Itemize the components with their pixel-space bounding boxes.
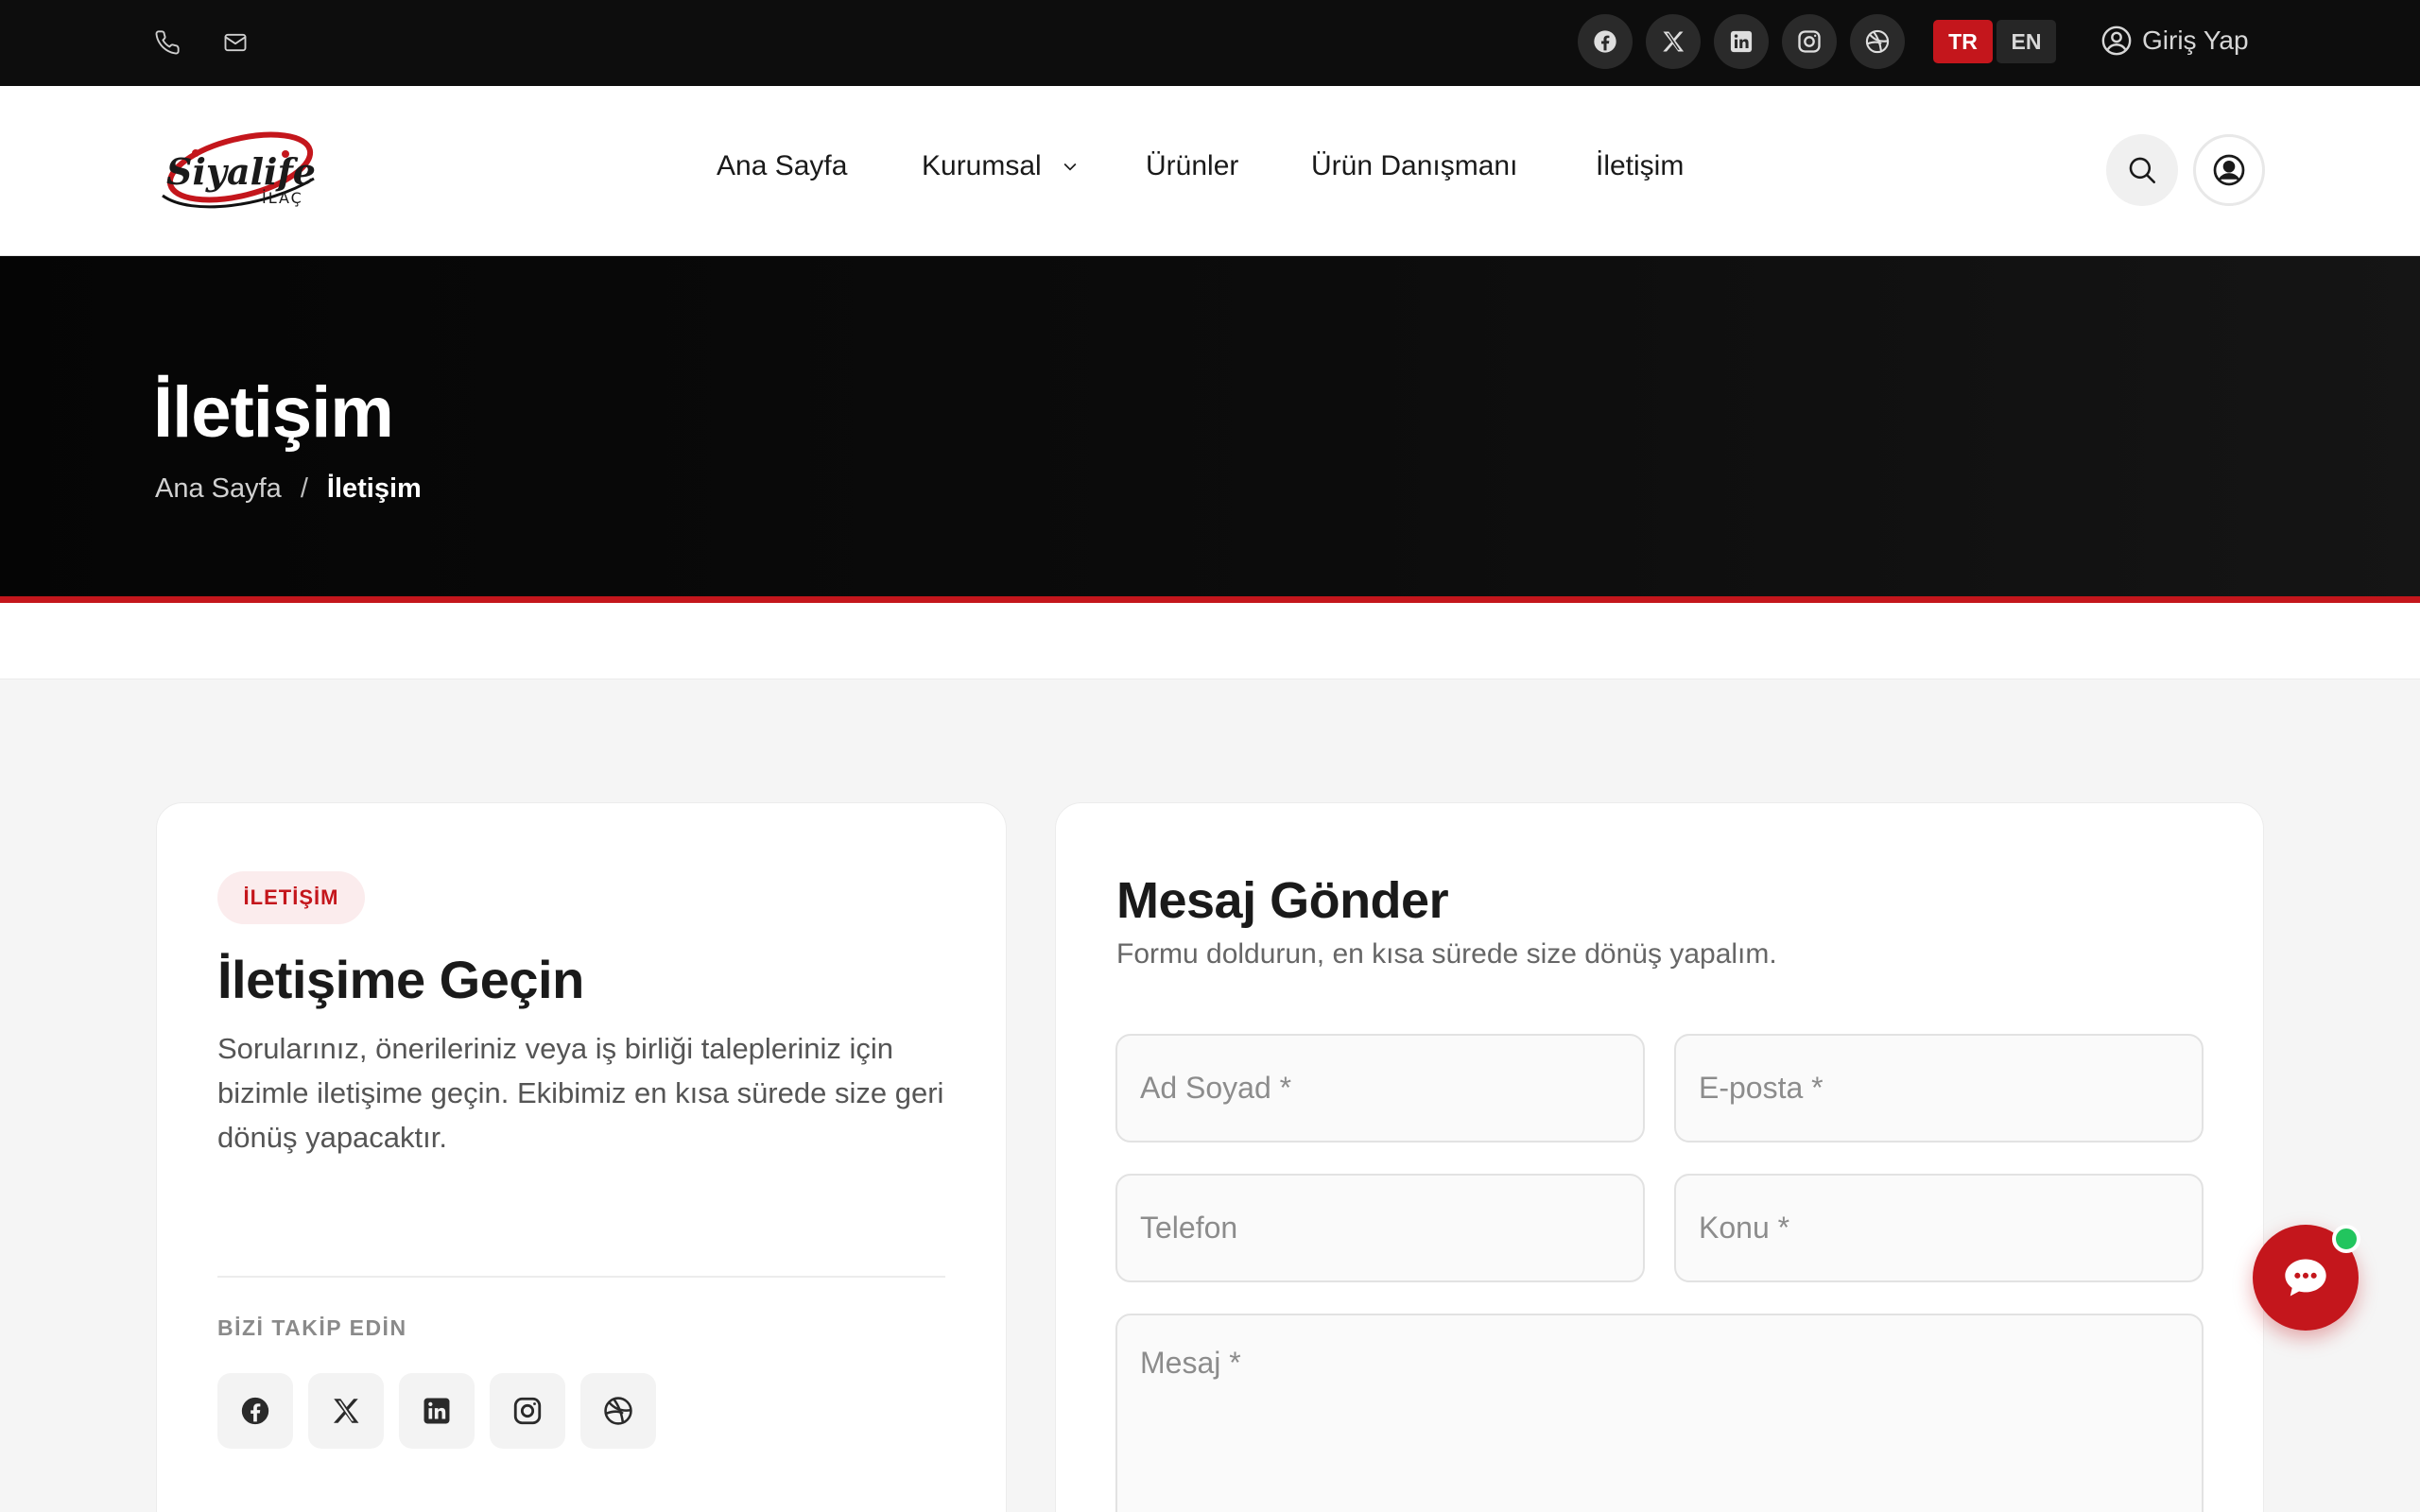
x-icon[interactable] — [1646, 14, 1701, 69]
breadcrumb-separator: / — [300, 473, 308, 504]
follow-us-label: BİZİ TAKİP EDİN — [217, 1315, 407, 1340]
page-hero: İletişim Ana Sayfa / İletişim — [0, 256, 2420, 596]
search-icon — [2126, 154, 2158, 186]
hero-accent-stripe — [0, 596, 2420, 603]
nav-item-ana-sayfa[interactable]: Ana Sayfa — [717, 143, 847, 190]
linkedin-icon[interactable] — [1714, 14, 1769, 69]
top-bar: TR EN Giriş Yap — [0, 0, 2420, 86]
email-field[interactable] — [1674, 1034, 2204, 1143]
site-logo[interactable]: Siyalife İLAÇ — [153, 122, 323, 216]
chat-button[interactable] — [2253, 1225, 2360, 1331]
breadcrumb: Ana Sayfa / İletişim — [155, 473, 422, 505]
online-status-dot — [2332, 1225, 2360, 1253]
form-subtitle: Formu doldurun, en kısa sürede size dönü… — [1116, 938, 1777, 970]
chat-bubble-icon — [2281, 1253, 2330, 1302]
form-title: Mesaj Gönder — [1116, 872, 1449, 929]
phone-icon[interactable] — [149, 25, 185, 60]
contact-form-card: Mesaj Gönder Formu doldurun, en kısa sür… — [1055, 802, 2264, 1512]
facebook-icon[interactable] — [217, 1373, 293, 1449]
section-badge: İLETİŞİM — [217, 871, 365, 924]
x-icon[interactable] — [308, 1373, 384, 1449]
message-field[interactable] — [1115, 1314, 2204, 1512]
facebook-icon[interactable] — [1578, 14, 1633, 69]
breadcrumb-current: İletişim — [326, 473, 422, 504]
language-en-button[interactable]: EN — [1996, 20, 2056, 63]
chevron-down-icon — [1061, 157, 1080, 176]
user-circle-icon — [2100, 25, 2133, 57]
language-tr-button[interactable]: TR — [1933, 20, 1993, 63]
contact-card-title: İletişime Geçin — [217, 950, 584, 1009]
search-button[interactable] — [2106, 134, 2178, 206]
phone-field[interactable] — [1115, 1174, 1645, 1282]
nav-item-urunler[interactable]: Ürünler — [1146, 143, 1238, 190]
login-label: Giriş Yap — [2142, 26, 2249, 55]
linkedin-icon[interactable] — [399, 1373, 475, 1449]
instagram-icon[interactable] — [490, 1373, 565, 1449]
subject-field[interactable] — [1674, 1174, 2204, 1282]
name-field[interactable] — [1115, 1034, 1645, 1143]
nav-item-urun-danismani[interactable]: Ürün Danışmanı — [1311, 143, 1517, 190]
section-spacer — [0, 603, 2420, 679]
svg-text:İLAÇ: İLAÇ — [262, 189, 303, 207]
contact-card-description: Sorularınız, önerileriniz veya iş birliğ… — [217, 1032, 944, 1154]
account-button[interactable] — [2193, 134, 2265, 206]
divider — [217, 1276, 945, 1278]
main-header: Siyalife İLAÇ Ana Sayfa Kurumsal Ürünler… — [0, 86, 2420, 256]
nav-item-iletisim[interactable]: İletişim — [1596, 143, 1684, 190]
breadcrumb-home-link[interactable]: Ana Sayfa — [155, 473, 282, 505]
mail-icon[interactable] — [217, 25, 253, 60]
dribbble-icon[interactable] — [580, 1373, 656, 1449]
svg-text:Siyalife: Siyalife — [166, 150, 316, 193]
contact-info-card: İLETİŞİM İletişime Geçin Sorularınız, ön… — [156, 802, 1007, 1512]
page-title: İletişim — [153, 372, 394, 453]
instagram-icon[interactable] — [1782, 14, 1837, 69]
nav-item-kurumsal[interactable]: Kurumsal — [922, 143, 1080, 190]
dribbble-icon[interactable] — [1850, 14, 1905, 69]
user-circle-icon — [2212, 153, 2246, 187]
login-link[interactable]: Giriş Yap — [2100, 19, 2249, 62]
